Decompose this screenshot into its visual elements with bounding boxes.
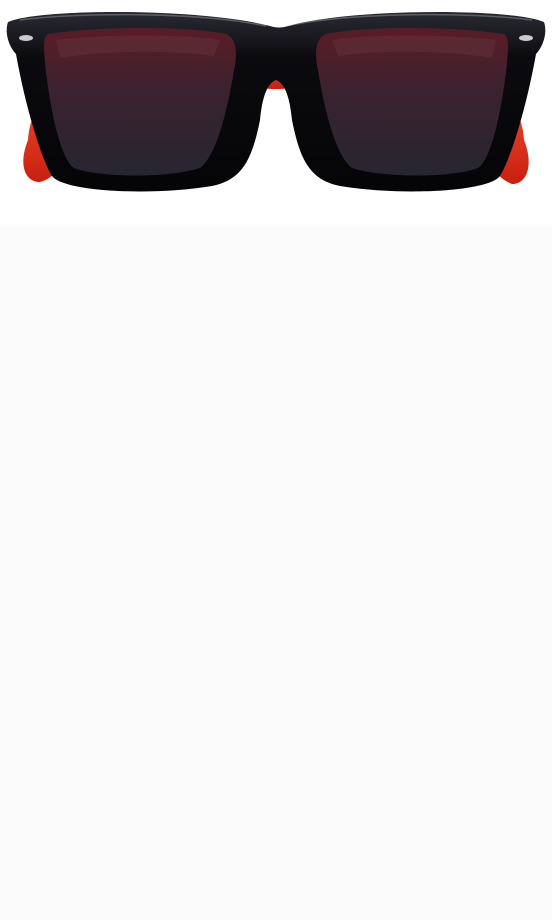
empty-content-area: [0, 226, 552, 920]
frame-front: [6, 11, 546, 192]
left-rivet: [19, 35, 33, 41]
product-image: [0, 0, 552, 226]
sunglasses-icon: [6, 11, 546, 192]
product-page: [0, 0, 552, 920]
right-rivet: [519, 35, 533, 41]
